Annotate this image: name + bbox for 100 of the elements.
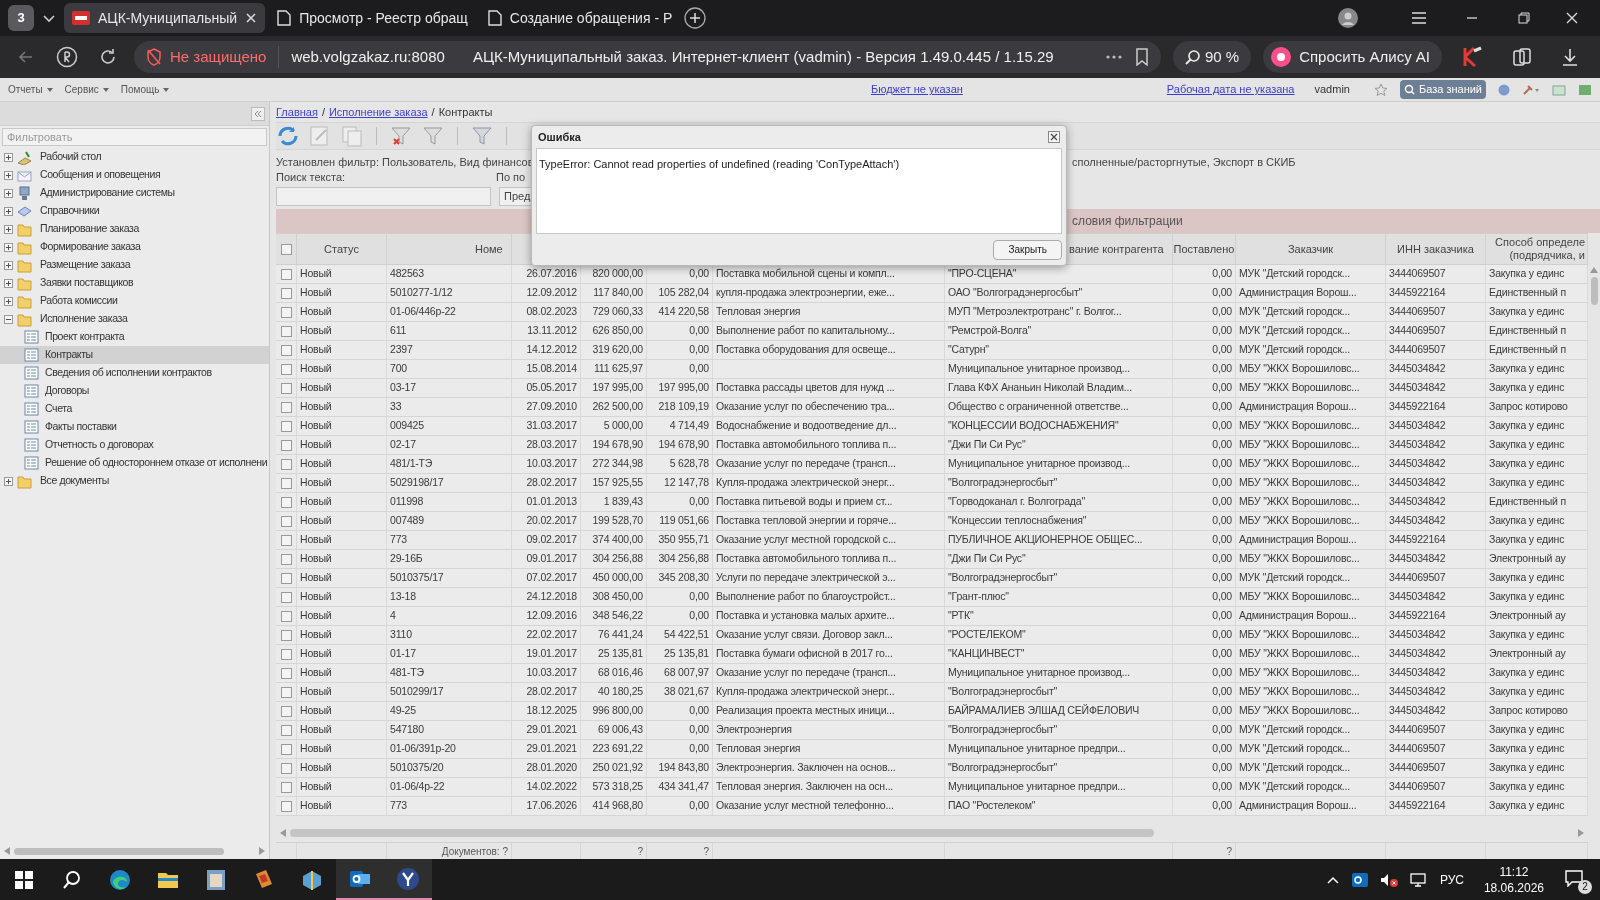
close-icon[interactable] [1048,131,1060,143]
row-checkbox[interactable] [280,420,292,432]
scroll-up-icon[interactable] [1590,267,1598,273]
star-icon[interactable] [1373,82,1388,97]
tree-item[interactable]: Счета [0,400,269,418]
collections-icon[interactable] [1512,47,1532,67]
menu-icon[interactable] [1410,11,1428,25]
column-header[interactable]: Поставлено [1173,240,1235,258]
row-checkbox[interactable] [280,781,292,793]
row-checkbox[interactable] [280,496,292,508]
row-checkbox[interactable] [280,553,292,565]
bookmark-icon[interactable] [1134,48,1149,66]
filter-field[interactable]: Фильтровать [2,128,267,146]
url-text[interactable]: web.volgzakaz.ru:8080 [291,45,445,69]
row-checkbox[interactable] [280,591,292,603]
tree-item[interactable]: Факты поставки [0,418,269,436]
browser-tab[interactable]: Создание обращения - Р [479,3,681,33]
chevron-up-icon[interactable] [1325,874,1340,885]
close-button[interactable]: Закрыть [993,239,1062,260]
tree-item[interactable]: Работа комиссии [0,292,269,310]
browser-icon[interactable] [108,867,132,892]
tree-item[interactable]: Договоры [0,382,269,400]
expand-toggle-icon[interactable] [4,242,13,252]
tree-item[interactable]: Администрирование системы [0,184,269,202]
more-icon[interactable] [1104,54,1123,60]
column-header[interactable]: Номе [475,240,503,258]
profile-icon[interactable] [1338,8,1358,28]
close-icon[interactable] [1564,10,1580,26]
expand-toggle-icon[interactable] [4,170,13,180]
scrollbar-thumb[interactable] [1590,277,1598,305]
row-checkbox[interactable] [280,325,292,337]
select-all-checkbox[interactable] [280,243,292,255]
row-checkbox[interactable] [280,477,292,489]
tree-item[interactable]: Все документы [0,472,269,490]
search-field[interactable] [276,186,491,206]
row-checkbox[interactable] [280,743,292,755]
row-checkbox[interactable] [280,724,292,736]
row-checkbox[interactable] [280,439,292,451]
tree-item[interactable]: Рабочий стол [0,148,269,166]
row-checkbox[interactable] [280,401,292,413]
tree-item[interactable]: Исполнение заказа [0,310,269,328]
row-checkbox[interactable] [280,705,292,717]
expand-toggle-icon[interactable] [4,206,13,216]
breadcrumb-link[interactable]: Исполнение заказа [328,103,428,121]
work-date-link[interactable]: Рабочая дата не указана [1166,81,1295,98]
scroll-left-icon[interactable] [4,847,10,855]
row-checkbox[interactable] [280,287,292,299]
row-checkbox[interactable] [280,572,292,584]
row-checkbox[interactable] [280,382,292,394]
column-header[interactable]: вание контрагента [1069,240,1164,258]
notifications-icon[interactable] [1564,868,1584,887]
row-checkbox[interactable] [280,762,292,774]
assistant-button[interactable]: Спросить Алису AI [1263,41,1442,73]
tree-item[interactable]: Размещение заказа [0,256,269,274]
row-checkbox[interactable] [280,363,292,375]
tree-item[interactable]: Проект контракта [0,328,269,346]
browser-tab[interactable]: АЦК-Муниципальный [64,3,266,33]
tree-item[interactable]: Планирование заказа [0,220,269,238]
filter-icon[interactable] [421,124,445,148]
menu-item[interactable]: Сервис [64,82,109,97]
tree-item[interactable]: Решение об одностороннем отказе от исполнени [0,454,269,472]
row-checkbox[interactable] [280,648,292,660]
browser-icon[interactable] [396,866,420,891]
expand-toggle-icon[interactable] [4,278,13,288]
scroll-left-icon[interactable] [280,829,286,837]
column-header[interactable]: Способ определе (подрядчика, и [1486,236,1587,262]
reload-icon[interactable] [98,47,118,67]
app-icon[interactable] [204,867,228,892]
collapse-toggle-icon[interactable] [4,314,13,324]
expand-toggle-icon[interactable] [4,188,13,198]
new-tab-icon[interactable] [684,7,707,29]
extension-icon[interactable] [1462,46,1484,68]
row-checkbox[interactable] [280,686,292,698]
copy-icon[interactable] [340,124,364,148]
scrollbar-thumb[interactable] [14,847,224,855]
filter-clear-icon[interactable] [389,124,413,148]
row-checkbox[interactable] [280,800,292,812]
menu-item[interactable]: Помощь [120,82,170,97]
scroll-right-icon[interactable] [259,847,265,855]
tree-item[interactable]: Отчетность о договорах [0,436,269,454]
tab-count-badge[interactable]: 3 [8,5,34,31]
expand-toggle-icon[interactable] [4,476,13,486]
row-checkbox[interactable] [280,534,292,546]
collapse-icon[interactable] [251,106,265,121]
menu-item[interactable]: Отчеты [8,82,53,97]
filter-icon[interactable] [470,124,494,148]
breadcrumb-link[interactable]: Главная [276,103,318,121]
expand-toggle-icon[interactable] [4,260,13,270]
knowledge-base-button[interactable]: База знаний [1399,80,1486,99]
tree-item[interactable]: Сведения об исполнении контрактов [0,364,269,382]
tree-item[interactable]: Контракты [0,346,269,364]
browser-tab[interactable]: Просмотр - Реестр обращ [269,3,476,33]
tree-item[interactable]: Сообщения и оповещения [0,166,269,184]
tree-item[interactable]: Справочники [0,202,269,220]
column-header[interactable]: Заказчик [1287,240,1334,258]
download-icon[interactable] [1560,47,1580,67]
expand-toggle-icon[interactable] [4,296,13,306]
clock[interactable]: 11:12 18.06.2026 [1483,863,1544,896]
row-checkbox[interactable] [280,306,292,318]
tree-item[interactable]: Заявки поставщиков [0,274,269,292]
